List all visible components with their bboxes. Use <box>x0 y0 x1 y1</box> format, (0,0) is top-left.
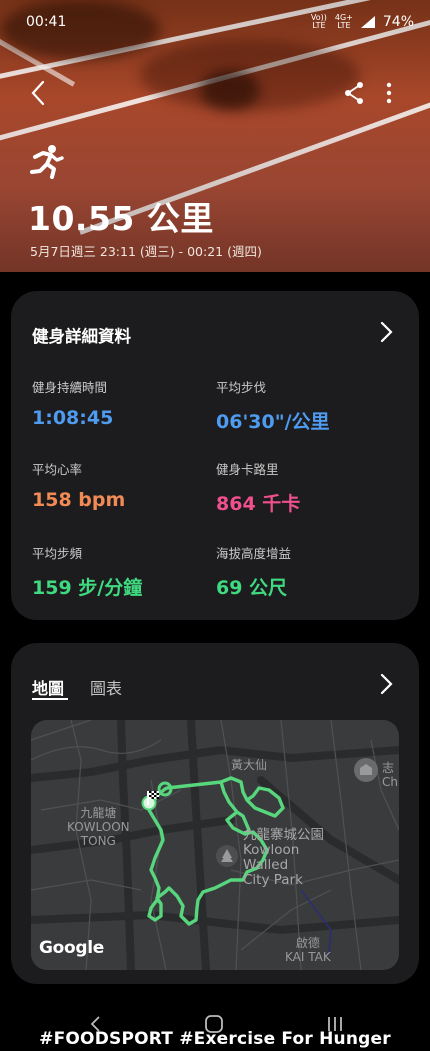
hero-banner: 00:41 Vo)) LTE 4G+ LTE 74% 10.55 公里 5月7日週三… <box>0 0 430 272</box>
active-tab-indicator <box>32 698 68 700</box>
more-options-icon[interactable] <box>378 78 408 108</box>
details-title: 健身詳細資料 <box>32 327 131 346</box>
signal-icon <box>360 16 375 28</box>
distance-value: 10.55 公里 <box>28 199 214 238</box>
map-card: 地圖 圖表 黃大仙 九龍塘 KOWLOON TONG 九龍寨城公園 Kowloo… <box>11 643 419 984</box>
workout-date-range: 5月7日週三 23:11 (週三) - 00:21 (週四) <box>30 244 262 259</box>
metric-avg-pace: 平均步伐 06'30"/公里 <box>216 380 330 433</box>
watermark-text: #FOODSPORT #Exercise For Hunger <box>39 1029 391 1049</box>
metric-avg-cadence: 平均步頻 159 步/分鐘 <box>32 546 143 599</box>
workout-details-card[interactable]: 健身詳細資料 健身持續時間 1:08:45 平均步伐 06'30"/公里 平均心… <box>11 291 419 620</box>
tab-map[interactable]: 地圖 <box>32 675 64 699</box>
map-label-kowloon-tong: 九龍塘 KOWLOON TONG <box>67 806 130 848</box>
map-label-park: 九龍寨城公園 Kowloon Walled City Park <box>243 827 324 888</box>
map-label-chi: 志 Chi <box>382 761 399 789</box>
metric-calories: 健身卡路里 864 千卡 <box>216 462 301 515</box>
metric-duration: 健身持續時間 1:08:45 <box>32 380 114 429</box>
share-icon[interactable] <box>340 78 370 108</box>
metric-elevation-gain: 海拔高度增益 69 公尺 <box>216 546 292 599</box>
back-button[interactable] <box>24 78 54 108</box>
tab-chart[interactable]: 圖表 <box>90 675 122 699</box>
battery-level: 74% <box>382 14 414 30</box>
status-bar: 00:41 Vo)) LTE 4G+ LTE 74% <box>26 12 414 34</box>
map-label-wong-tai-sin: 黃大仙 <box>231 758 268 772</box>
metric-avg-heart-rate: 平均心率 158 bpm <box>32 462 126 511</box>
clock: 00:41 <box>26 14 67 30</box>
map-label-kai-tak: 啟德 KAI TAK <box>285 936 331 964</box>
volte-indicator: Vo)) LTE <box>310 13 327 30</box>
route-map[interactable]: 黃大仙 九龍塘 KOWLOON TONG 九龍寨城公園 Kowloon Wall… <box>31 720 399 970</box>
chevron-right-icon[interactable] <box>375 672 397 696</box>
google-logo: Google <box>39 938 105 958</box>
network-indicator: 4G+ LTE <box>334 13 353 30</box>
chevron-right-icon[interactable] <box>375 320 397 344</box>
running-icon <box>30 145 64 179</box>
